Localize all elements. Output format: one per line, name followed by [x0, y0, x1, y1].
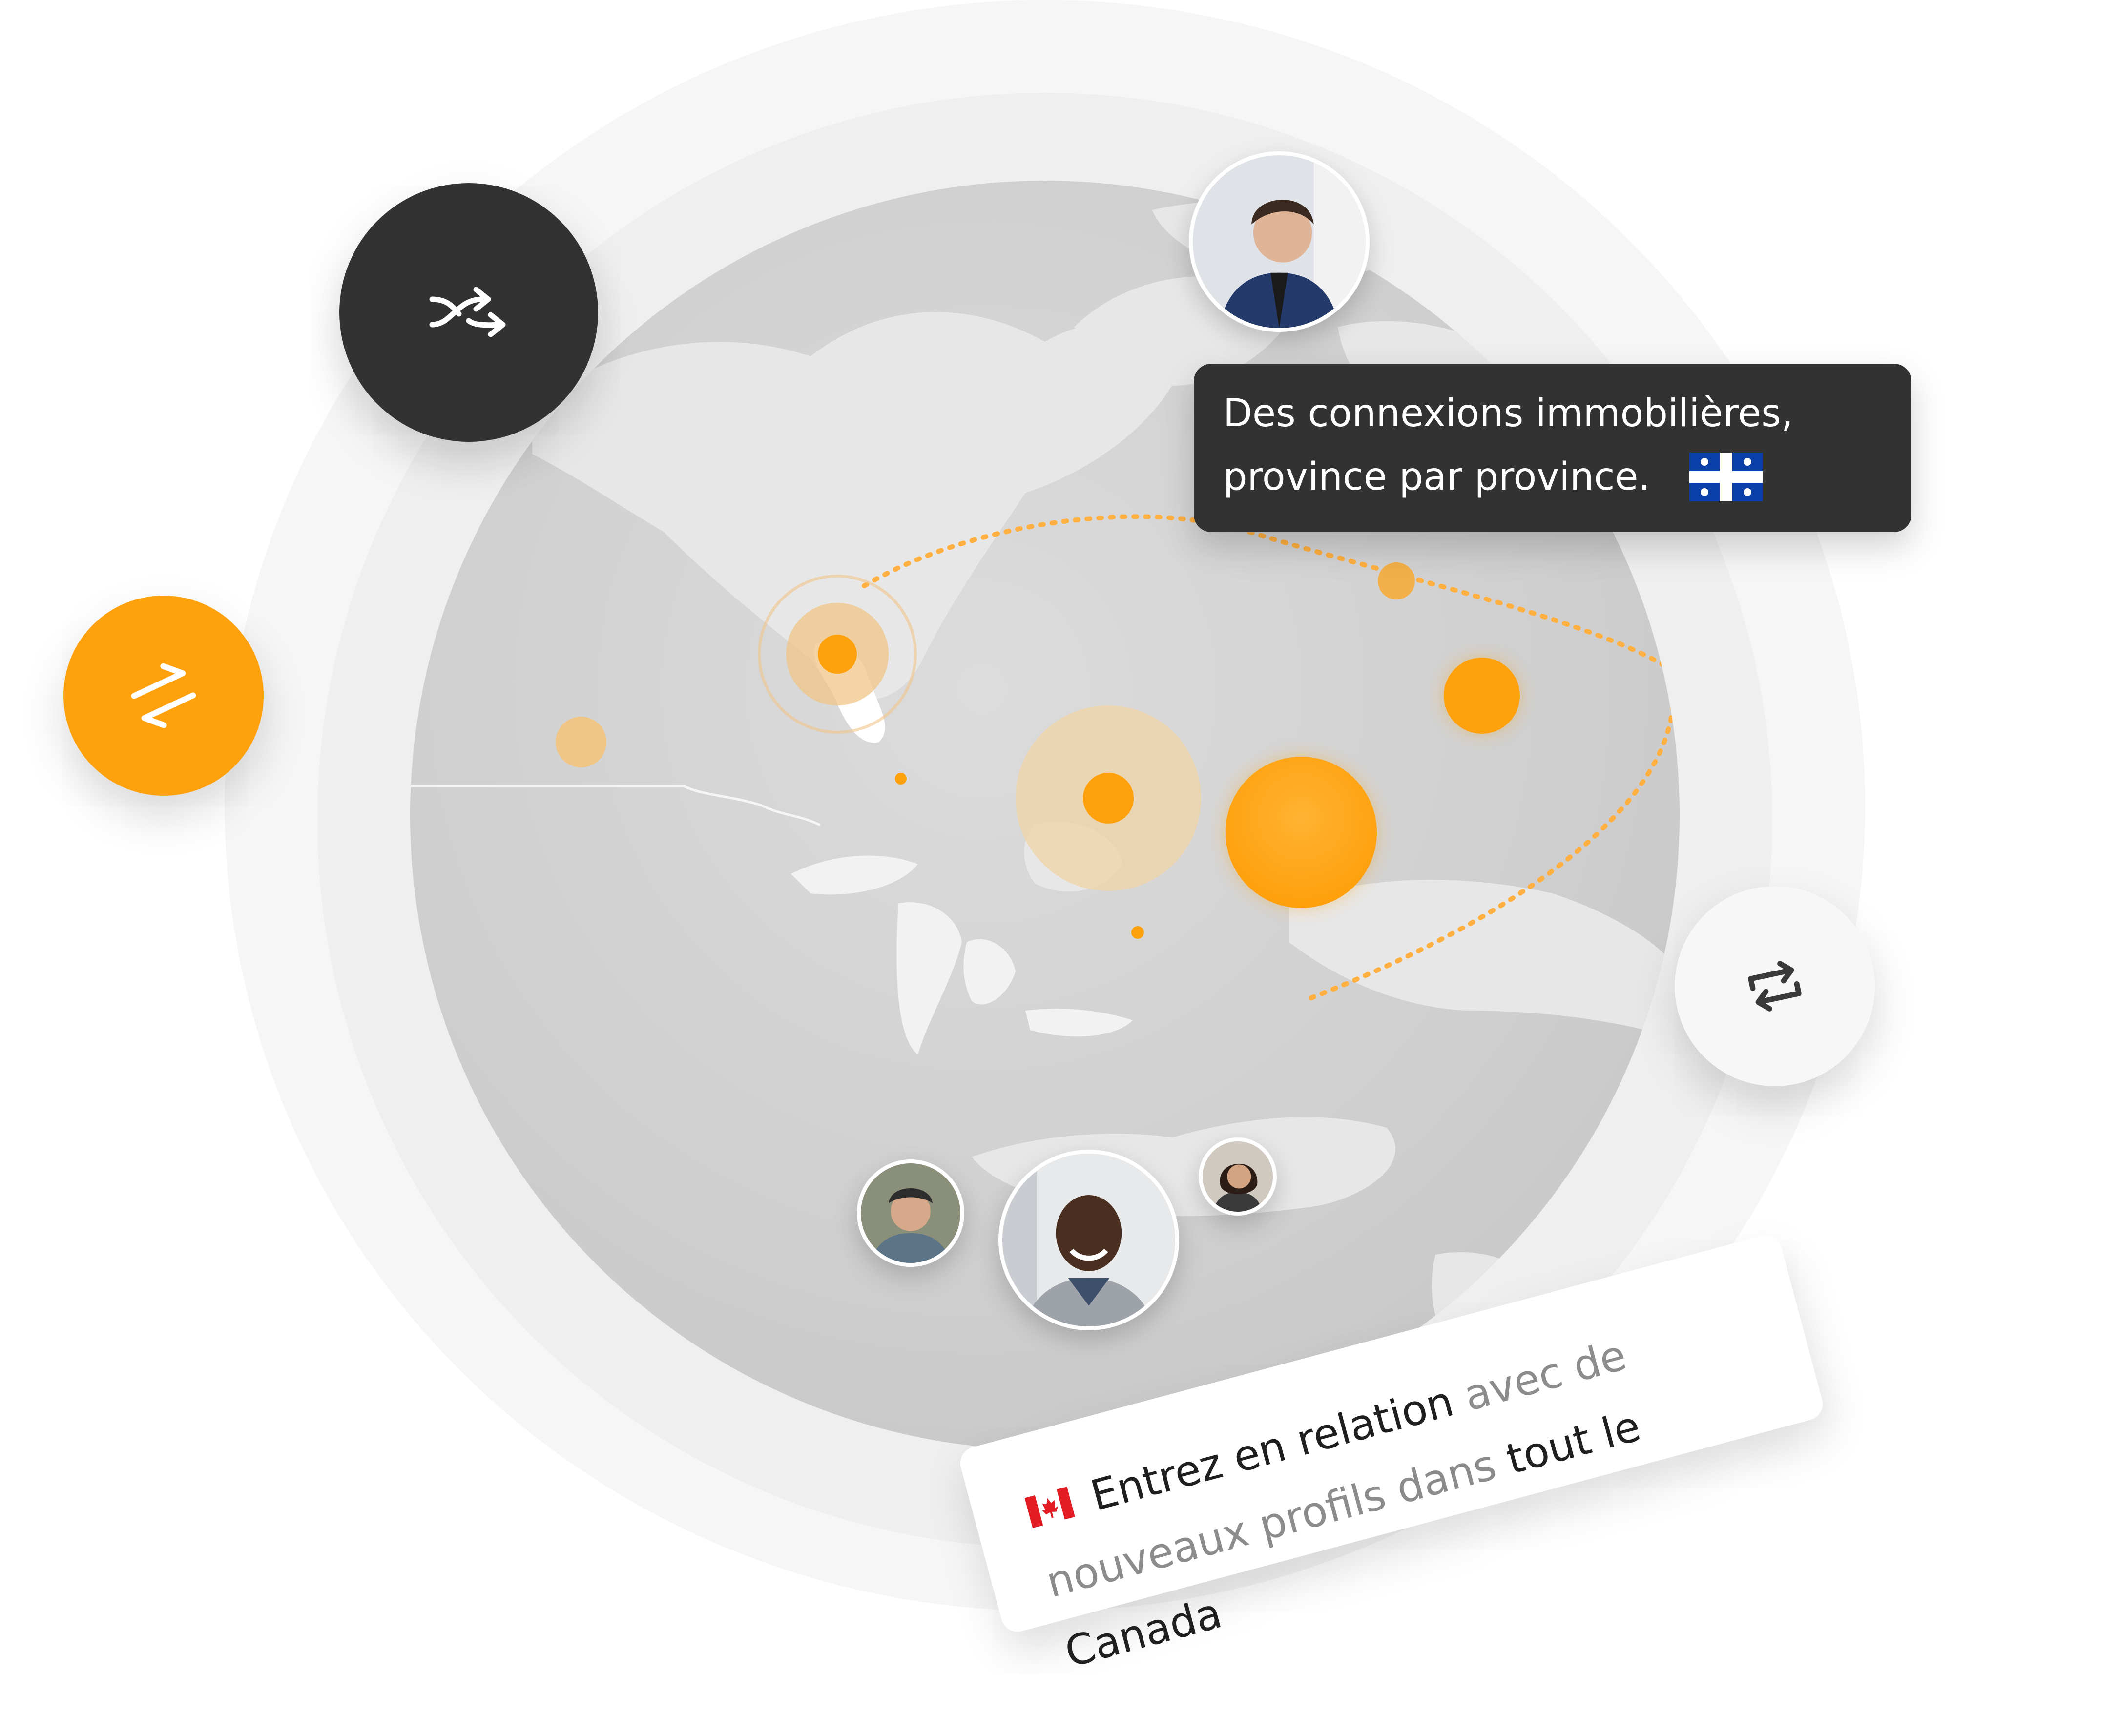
avatar: [1189, 151, 1370, 332]
region-dot: [1444, 658, 1520, 734]
tooltip-card: Des connexions immobilières, province pa…: [1194, 364, 1911, 532]
region-dot: [895, 773, 907, 785]
swap-arrows-icon: [131, 663, 196, 728]
person-photo-icon: [1193, 155, 1366, 328]
avatar: [1199, 1137, 1277, 1216]
region-dot: [556, 717, 606, 767]
shuffle-button[interactable]: [339, 183, 598, 442]
shuffle-icon: [429, 287, 506, 337]
tooltip-line-1: Des connexions immobilières,: [1223, 392, 1793, 435]
region-dot: [1131, 926, 1144, 939]
avatar: [998, 1150, 1179, 1330]
repeat-icon: [1748, 961, 1802, 1012]
tooltip-line-2: province par province.: [1223, 455, 1651, 499]
swap-button[interactable]: [63, 596, 264, 796]
border-line: [410, 785, 821, 827]
region-dot: [818, 635, 857, 674]
region-dot: [1226, 757, 1377, 908]
person-photo-icon: [1002, 1154, 1175, 1326]
region-dot: [1378, 562, 1415, 599]
region-dot: [1083, 773, 1134, 824]
quebec-flag-icon: [1689, 453, 1763, 501]
person-photo-icon: [1203, 1141, 1273, 1212]
avatar: [857, 1159, 964, 1267]
person-photo-icon: [861, 1163, 960, 1263]
repeat-button[interactable]: [1675, 886, 1875, 1086]
canada-flag-icon: [1024, 1486, 1075, 1528]
